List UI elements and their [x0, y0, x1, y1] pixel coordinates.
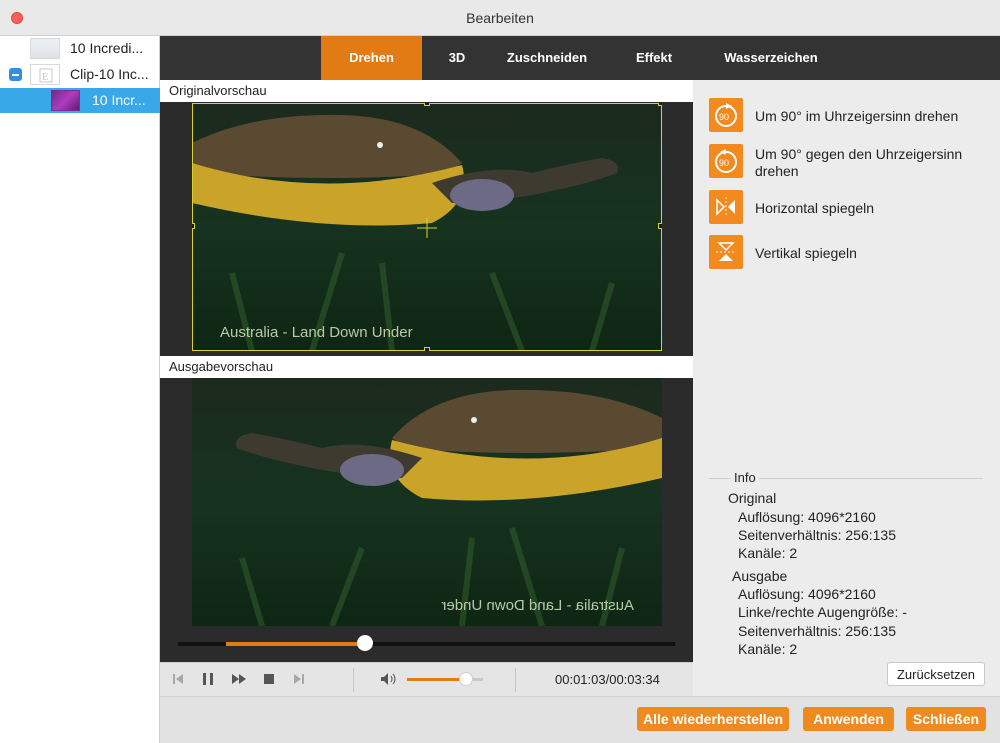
clip-list: 10 Incredi... E Clip-10 Inc... 10 Incr..…: [0, 36, 160, 743]
rotate-clockwise-button[interactable]: 90 Um 90° im Uhrzeigersinn drehen: [709, 98, 999, 134]
clip-thumbnail: [51, 90, 80, 111]
action-label: Vertikal spiegeln: [755, 245, 857, 261]
output-preview-label: Ausgabevorschau: [160, 356, 693, 378]
crosshair-icon: [417, 218, 437, 238]
clip-thumbnail: E: [30, 64, 60, 85]
original-resolution: Auflösung: 4096*2160: [738, 509, 876, 525]
volume-level: [407, 678, 467, 681]
original-preview-video: Australia - Land Down Under: [192, 103, 662, 351]
turtle-video-frame-mirrored: Australia - Land Down Under: [192, 378, 662, 626]
pause-icon[interactable]: [200, 671, 216, 687]
output-channels: Kanäle: 2: [738, 641, 798, 657]
rotate-counterclockwise-icon: 90: [709, 144, 743, 178]
flip-vertical-button[interactable]: Vertikal spiegeln: [709, 235, 999, 271]
svg-text:90: 90: [719, 158, 729, 168]
action-label: Um 90° im Uhrzeigersinn drehen: [755, 108, 959, 124]
video-caption-mirrored: Australia - Land Down Under: [441, 597, 634, 614]
fast-forward-icon[interactable]: [231, 671, 247, 687]
flip-vertical-icon: [709, 235, 743, 269]
tab-effect[interactable]: Effekt: [612, 36, 696, 80]
skip-forward-icon[interactable]: [291, 671, 307, 687]
rotate-clockwise-icon: 90: [709, 98, 743, 132]
output-preview-video: Australia - Land Down Under: [192, 378, 662, 626]
clip-thumbnail: [30, 38, 60, 59]
tab-rotate[interactable]: Drehen: [321, 36, 422, 80]
tab-3d[interactable]: 3D: [422, 36, 492, 80]
divider: [353, 668, 354, 692]
svg-text:E: E: [42, 71, 49, 83]
apply-button[interactable]: Anwenden: [803, 707, 894, 731]
playback-slider[interactable]: [178, 635, 675, 651]
clip-item-3[interactable]: 10 Incr...: [0, 88, 160, 113]
flip-horizontal-icon: [709, 190, 743, 224]
clip-item-2[interactable]: E Clip-10 Inc...: [0, 62, 160, 87]
volume-handle[interactable]: [459, 672, 474, 686]
clip-label: 10 Incr...: [92, 92, 146, 108]
divider: [515, 668, 516, 692]
close-button[interactable]: Schließen: [906, 707, 986, 731]
stop-icon[interactable]: [261, 671, 277, 687]
placeholder-image-icon: E: [39, 68, 53, 83]
output-heading: Ausgabe: [732, 568, 788, 584]
svg-text:90: 90: [719, 112, 729, 122]
window-title: Bearbeiten: [466, 10, 534, 26]
action-label: Horizontal spiegeln: [755, 200, 875, 216]
playback-controls: 00:01:03/00:03:34: [160, 662, 693, 696]
collapse-icon[interactable]: [9, 68, 22, 81]
tab-crop[interactable]: Zuschneiden: [492, 36, 602, 80]
rotate-counterclockwise-button[interactable]: 90 Um 90° gegen den Uhrzeigersinn drehen: [709, 144, 999, 180]
tab-bar: Drehen 3D Zuschneiden Effekt Wasserzeich…: [160, 36, 1000, 80]
footer-bar: Alle wiederherstellen Anwenden Schließen: [160, 696, 1000, 743]
skip-back-icon[interactable]: [170, 671, 186, 687]
reset-button[interactable]: Zurücksetzen: [887, 662, 985, 686]
tab-watermark[interactable]: Wasserzeichen: [706, 36, 836, 80]
playback-handle[interactable]: [357, 635, 374, 651]
playback-progress: [226, 642, 366, 646]
preview-area: Originalvorschau Australia - Land Down U…: [160, 80, 693, 696]
action-label: Um 90° gegen den Uhrzeigersinn drehen: [755, 146, 963, 179]
volume-icon[interactable]: [379, 671, 399, 687]
clip-label: 10 Incredi...: [70, 40, 144, 56]
rotate-options-panel: 90 Um 90° im Uhrzeigersinn drehen 90 Um …: [693, 80, 1000, 696]
crop-handle[interactable]: [192, 223, 195, 229]
original-preview-label: Originalvorschau: [160, 80, 693, 102]
crop-handle[interactable]: [424, 347, 430, 351]
time-display: 00:01:03/00:03:34: [555, 672, 660, 687]
clip-label: Clip-10 Inc...: [70, 66, 149, 82]
crop-handle[interactable]: [658, 223, 662, 229]
title-bar: Bearbeiten: [0, 0, 1000, 36]
original-aspect: Seitenverhältnis: 256:135: [738, 527, 896, 543]
output-resolution: Auflösung: 4096*2160: [738, 586, 876, 602]
flip-horizontal-button[interactable]: Horizontal spiegeln: [709, 190, 999, 226]
info-title: Info: [731, 470, 759, 485]
volume-slider[interactable]: [407, 672, 483, 686]
crop-handle[interactable]: [424, 103, 430, 106]
restore-all-button[interactable]: Alle wiederherstellen: [637, 707, 789, 731]
original-heading: Original: [728, 490, 777, 506]
original-channels: Kanäle: 2: [738, 545, 798, 561]
crop-handle[interactable]: [658, 103, 662, 106]
clip-item-1[interactable]: 10 Incredi...: [0, 36, 160, 61]
output-aspect: Seitenverhältnis: 256:135: [738, 623, 896, 639]
output-eye-size: Linke/rechte Augengröße: -: [738, 604, 907, 620]
